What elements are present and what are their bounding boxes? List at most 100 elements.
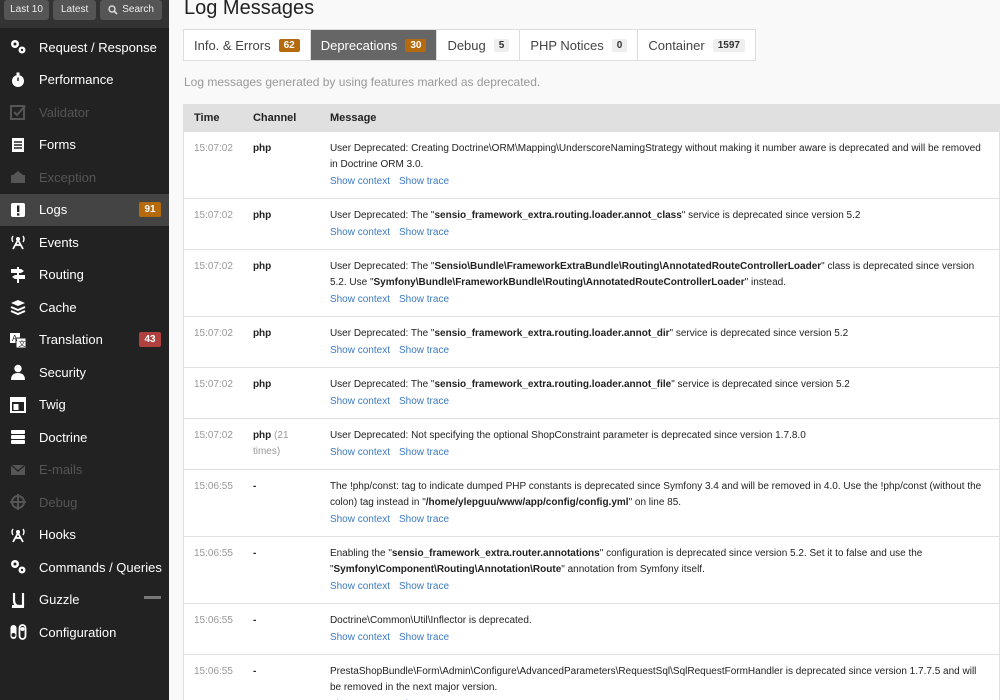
sidebar-item-events[interactable]: Events (0, 226, 169, 259)
tab-php-notices[interactable]: PHP Notices 0 (520, 30, 639, 60)
tab-debug[interactable]: Debug 5 (437, 30, 521, 60)
bomb-icon (9, 168, 27, 186)
show-context-link[interactable]: Show context (330, 292, 390, 308)
sidebar-item-label: Exception (39, 169, 97, 185)
message-highlight: /home/ylepguu/www/app/config/config.yml (425, 497, 629, 508)
log-message: PrestaShopBundle\Form\Admin\Configure\Ad… (330, 664, 989, 696)
log-channel: php (252, 143, 272, 154)
sidebar-item-label: Hooks (39, 527, 76, 543)
message-text: User Deprecated: The " (329, 261, 435, 272)
message-text: " on line 85. (628, 497, 682, 508)
table-row: 15:07:02 php User Deprecated: The "sensio_… (183, 367, 1000, 419)
tab-container[interactable]: Container 1597 (638, 30, 755, 60)
sidebar-item-label: Request / Response (39, 39, 157, 55)
header-time: Time (194, 112, 220, 124)
sidebar-menu: Request / Response Performance Validator Fo… (0, 31, 169, 649)
sidebar-item-twig[interactable]: Twig (0, 389, 169, 422)
log-message-cell: User Deprecated: Not specifying the opti… (319, 418, 1000, 470)
tab-deprecations[interactable]: Deprecations 30 (310, 30, 438, 60)
show-trace-link[interactable]: Show trace (399, 343, 449, 359)
main-panel: Log Messages Info. & Errors 62 Deprecation… (169, 0, 1000, 700)
sidebar-item-label: Logs (39, 202, 68, 218)
show-trace-link[interactable]: Show trace (399, 512, 449, 528)
sidebar-item-cache[interactable]: Cache (0, 291, 169, 324)
message-highlight: sensio_framework_extra.routing.loader.an… (434, 379, 672, 390)
latest-button[interactable]: Latest (53, 0, 97, 20)
log-channel-cell: php (21 times) (242, 418, 320, 470)
show-context-link[interactable]: Show context (330, 579, 390, 595)
log-time: 15:06:55 (183, 603, 243, 655)
sidebar-item-label: Doctrine (39, 429, 88, 445)
sidebar-item-translation[interactable]: A 文 Translation 43 (0, 324, 169, 357)
table-row: 15:07:02 php User Deprecated: The "Sensio\… (183, 249, 1000, 317)
show-context-link[interactable]: Show context (330, 512, 390, 528)
message-text: " service is deprecated since version 5.… (669, 328, 849, 339)
svg-text:文: 文 (19, 339, 26, 348)
show-context-link[interactable]: Show context (330, 445, 390, 461)
show-trace-link[interactable]: Show trace (399, 579, 449, 595)
log-time: 15:07:02 (183, 131, 243, 199)
tab-count-badge: 0 (611, 38, 628, 52)
log-channel: - (252, 481, 257, 492)
log-channel: php (252, 328, 272, 339)
message-text: Enabling the " (329, 548, 392, 559)
sidebar-item-performance[interactable]: Performance (0, 64, 169, 97)
form-icon (9, 136, 27, 154)
message-text: Doctrine\Common\Util\Inflector is deprec… (329, 615, 532, 626)
sidebar-item-routing[interactable]: Routing (0, 259, 169, 292)
last10-button[interactable]: Last 10 (4, 0, 49, 20)
sidebar-item-hooks[interactable]: Hooks (0, 519, 169, 552)
log-message: User Deprecated: The "Sensio\Bundle\Fram… (330, 259, 989, 291)
table-row: 15:07:02 php (21 times) User Deprecated: N… (183, 418, 1000, 470)
gears-icon (9, 38, 27, 56)
message-highlight: Sensio\Bundle\FrameworkExtraBundle\Routi… (434, 261, 822, 272)
show-context-link[interactable]: Show context (330, 225, 390, 241)
user-icon (9, 363, 27, 381)
sidebar-item-commands-queries[interactable]: Commands / Queries (0, 551, 169, 584)
show-context-link[interactable]: Show context (330, 343, 390, 359)
envelope-icon (9, 461, 27, 479)
log-time: 15:07:02 (183, 198, 243, 250)
log-message-cell: The !php/const: tag to indicate dumped P… (319, 469, 1000, 537)
sidebar-item-exception: Exception (0, 161, 169, 194)
header-channel: Channel (252, 112, 297, 124)
show-trace-link[interactable]: Show trace (399, 225, 449, 241)
crosshair-icon (9, 493, 27, 511)
log-links: Show context Show trace (330, 579, 989, 595)
table-row: 15:07:02 php User Deprecated: The "sensio_… (183, 316, 1000, 368)
sidebar-item-label: Twig (39, 397, 66, 413)
tab-count-badge: 1597 (712, 38, 745, 52)
show-trace-link[interactable]: Show trace (399, 630, 449, 646)
log-links: Show context Show trace (330, 174, 989, 190)
show-trace-link[interactable]: Show trace (399, 292, 449, 308)
sidebar-item-guzzle[interactable]: Guzzle (0, 584, 169, 617)
sidebar-item-configuration[interactable]: Configuration (0, 616, 169, 649)
show-trace-link[interactable]: Show trace (399, 174, 449, 190)
checkbox-icon (9, 103, 27, 121)
log-message: User Deprecated: Not specifying the opti… (330, 428, 989, 444)
log-links: Show context Show trace (330, 225, 989, 241)
log-message-cell: User Deprecated: The "sensio_framework_e… (319, 198, 1000, 250)
sidebar-item-label: Events (39, 234, 79, 250)
show-trace-link[interactable]: Show trace (399, 394, 449, 410)
log-channel: - (252, 548, 257, 559)
sidebar-item-request-response[interactable]: Request / Response (0, 31, 169, 64)
sidebar-item-label: Translation (39, 332, 103, 348)
table-row: 15:07:02 php User Deprecated: The "sensio_… (183, 198, 1000, 250)
log-message: User Deprecated: Creating Doctrine\ORM\M… (330, 141, 989, 173)
log-message: Doctrine\Common\Util\Inflector is deprec… (330, 613, 989, 629)
tab-count-badge: 62 (278, 38, 300, 52)
tab-info-errors[interactable]: Info. & Errors 62 (184, 30, 311, 60)
toggle-icon (9, 623, 27, 641)
sidebar-item-doctrine[interactable]: Doctrine (0, 421, 169, 454)
sidebar-item-logs[interactable]: Logs 91 (0, 193, 169, 226)
sidebar-item-security[interactable]: Security (0, 356, 169, 389)
show-context-link[interactable]: Show context (330, 394, 390, 410)
search-button[interactable]: Search (100, 0, 162, 20)
tab-label: Deprecations (320, 37, 398, 53)
antenna-icon (9, 526, 27, 544)
show-context-link[interactable]: Show context (330, 174, 390, 190)
show-trace-link[interactable]: Show trace (399, 445, 449, 461)
show-context-link[interactable]: Show context (330, 630, 390, 646)
sidebar-item-forms[interactable]: Forms (0, 129, 169, 162)
